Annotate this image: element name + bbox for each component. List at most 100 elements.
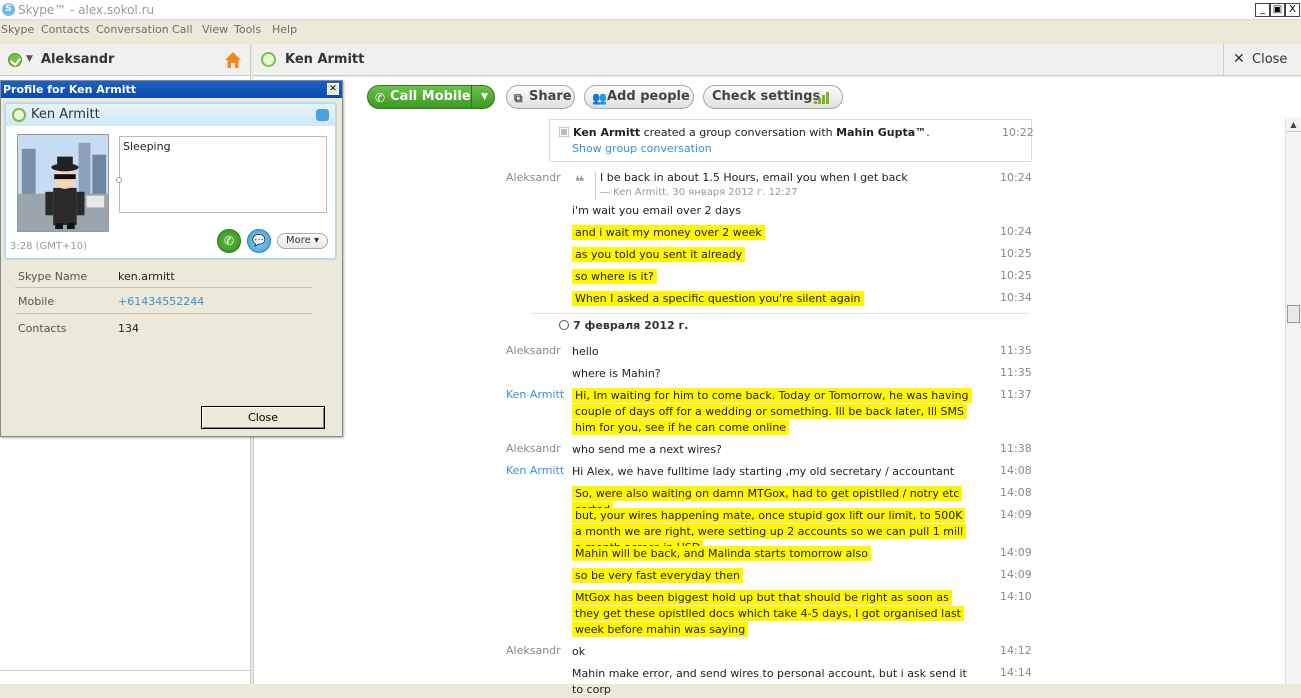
message-sender[interactable]: Ken Armitt [506,464,564,477]
minimize-button[interactable]: _ [1255,3,1270,17]
contacts-value: 134 [118,322,139,335]
scroll-thumb[interactable] [1287,305,1300,323]
message-sender: Aleksandr [506,442,561,455]
phone-icon: ✆ [375,91,386,105]
check-settings-label: Check settings [712,89,821,104]
more-button[interactable]: More ▾ [277,233,328,249]
divider [471,86,472,108]
mood-message: Sleeping [119,136,327,213]
close-conversation-button[interactable]: ✕ Close [1223,44,1301,76]
message-text: where is Mahin? [572,367,661,380]
conversation-toolbar: ✆ Call Mobile ▼ ⧉ Share 👥 Add people Che… [253,77,1301,117]
message-time: 11:38 [1000,442,1032,455]
home-icon[interactable] [224,51,242,69]
chevron-down-icon[interactable]: ▼ [26,54,33,64]
menu-contacts[interactable]: Contacts [41,23,90,36]
message-text: Hi, Im waiting for him to come back. Tod… [572,388,972,436]
call-mobile-button[interactable]: ✆ Call Mobile ▼ [367,85,495,109]
message-text: Hi Alex, we have fulltime lady starting … [572,465,955,478]
profile-window: Profile for Ken Armitt ✕ Ken Armitt Slee… [0,80,343,437]
conversation-header: Ken Armitt ✕ Close [253,44,1301,76]
divider [0,670,251,671]
message-text: ok [572,645,586,658]
window-title: Skype™ - alex.sokol.ru [18,3,155,17]
message-text: i'm wait you email over 2 days [572,204,741,217]
group-icon [559,127,569,137]
message-text: who send me a next wires? [572,443,722,456]
show-group-conversation-link[interactable]: Show group conversation [572,142,712,155]
avatar [17,134,109,232]
contact-status-icon [261,52,276,67]
menu-bar: Skype Contacts Conversation Call View To… [0,20,1301,40]
divider [15,287,312,288]
menu-help[interactable]: Help [272,23,297,36]
close-icon: ✕ [1233,51,1245,67]
conversation-title: Ken Armitt [285,52,365,67]
message-time: 14:10 [1000,590,1032,603]
message-text: so be very fast everyday then [572,568,972,584]
message-time: 10:25 [1000,247,1032,260]
add-people-label: Add people [607,89,690,104]
message-text: Mahin make error, and send wires to pers… [572,667,967,696]
quote-bar [595,172,596,200]
mobile-value[interactable]: +61434552244 [118,295,204,308]
message-text: so where is it? [572,269,972,285]
account-bar: ▼ Aleksandr [0,44,251,76]
account-name[interactable]: Aleksandr [41,52,114,67]
menu-call[interactable]: Call [172,23,193,36]
message-text: as you told you sent it already [572,247,972,263]
clock-icon [559,320,569,330]
message-time: 11:35 [1000,344,1032,357]
add-people-button[interactable]: 👥 Add people [584,85,694,109]
resize-handle[interactable] [116,177,122,183]
close-icon[interactable]: ✕ [327,83,339,95]
chevron-down-icon[interactable]: ▼ [481,86,488,108]
message-time: 10:24 [1000,225,1032,238]
system-message-text: Ken Armitt created a group conversation … [573,126,930,139]
message-time: 14:09 [1000,568,1032,581]
scrollbar[interactable]: ▲ [1285,117,1301,684]
message-text: Mahin will be back, and Malinda starts t… [572,546,972,562]
share-label: Share [529,89,572,104]
online-status-icon[interactable] [8,53,22,67]
message-text: and i wait my money over 2 week [572,225,972,241]
message-time: 14:14 [1000,666,1032,679]
share-button[interactable]: ⧉ Share [506,85,575,109]
profile-card: Ken Armitt Sleeping 3:28 (GMT+10) ✆ 💬 Mo… [4,102,337,260]
people-icon: 👥 [592,91,607,105]
close-window-button[interactable]: X [1285,3,1300,17]
call-button[interactable]: ✆ [217,229,241,253]
close-profile-button[interactable]: Close [201,406,325,429]
im-button[interactable]: 💬 [247,229,271,253]
message-sender: Aleksandr [506,644,561,657]
message-time: 11:37 [1000,388,1032,401]
message-sender[interactable]: Ken Armitt [506,388,564,401]
date-label: 7 февраля 2012 г. [573,319,689,332]
menu-conversation[interactable]: Conversation [96,23,169,36]
quote-icon: ❝ [575,172,585,191]
skype-name-value: ken.armitt [118,270,175,283]
message-text: hello [572,345,599,358]
maximize-button[interactable]: ▣ [1270,3,1285,17]
message-time: 10:34 [1000,291,1032,304]
chevron-down-icon: ▾ [313,235,319,246]
chat-bubble-icon: 💬 [252,234,266,247]
menu-tools[interactable]: Tools [234,23,261,36]
date-divider [530,313,1030,314]
message-text: MtGox has been biggest hold up but that … [572,590,972,638]
menu-view[interactable]: View [202,23,228,36]
contact-status-icon [12,108,26,122]
video-icon[interactable] [316,109,329,121]
message-sender: Aleksandr [506,171,561,184]
signal-strength-icon [814,91,832,104]
message-text: When I asked a specific question you're … [572,291,972,307]
divider [15,313,312,314]
message-time: 14:08 [1000,464,1032,477]
scroll-up-icon[interactable]: ▲ [1286,117,1301,132]
contacts-label: Contacts [18,322,67,335]
close-conversation-label: Close [1252,52,1288,67]
check-settings-button[interactable]: Check settings [703,85,843,109]
profile-card-header: Ken Armitt [6,104,335,126]
message-time: 10:22 [1002,126,1034,139]
menu-skype[interactable]: Skype [1,23,34,36]
